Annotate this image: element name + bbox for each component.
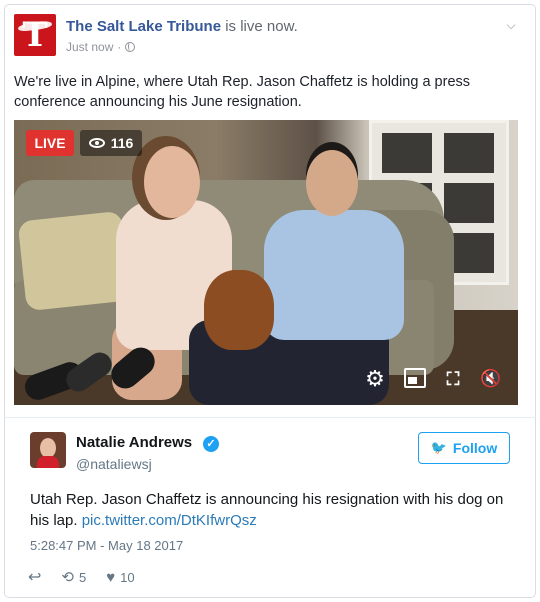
retweet-count: 5: [78, 569, 87, 585]
divider: [4, 417, 536, 418]
eye-icon: [88, 138, 105, 148]
mute-icon[interactable]: 🔇: [480, 368, 506, 390]
video-scene-man-head: [306, 150, 358, 216]
logo-letter: T: [22, 15, 48, 55]
chevron-down-icon[interactable]: ⌵: [504, 18, 518, 32]
live-video-player[interactable]: LIVE 116 ⚙ ⛶ 🔇: [14, 120, 518, 405]
twitter-bird-icon: 🐦: [430, 440, 447, 455]
page-name-link[interactable]: The Salt Lake Tribune: [66, 18, 221, 35]
reply-icon: ↩: [28, 569, 42, 586]
live-status-text: is live now.: [225, 18, 298, 35]
avatar-clothing: [37, 456, 59, 468]
post-meta: Just now ·: [66, 40, 136, 54]
gear-icon[interactable]: ⚙: [364, 368, 386, 390]
fullscreen-icon[interactable]: ⛶: [442, 368, 464, 390]
heart-icon: ♥: [106, 568, 116, 586]
avatar-face: [40, 438, 56, 458]
video-scene-pillow: [17, 210, 131, 312]
facebook-post-header: T The Salt Lake Tribune is live now. Jus…: [14, 14, 518, 60]
like-count: 10: [120, 569, 135, 585]
tweet-author-handle[interactable]: @nataliewsj: [76, 456, 152, 472]
video-scene-microphones: [14, 341, 164, 405]
live-badge: LIVE: [26, 130, 74, 156]
viewer-count-badge: 116: [80, 130, 142, 156]
globe-icon: [125, 42, 136, 52]
tweet-media-link[interactable]: pic.twitter.com/DtKIfwrQsz: [82, 512, 257, 529]
viewer-count: 116: [110, 135, 134, 151]
post-title: The Salt Lake Tribune is live now.: [66, 18, 298, 35]
post-timestamp[interactable]: Just now: [66, 40, 113, 54]
tweet-actions: ↩ ⟲ 5 ♥ 10: [28, 567, 155, 587]
follow-label: Follow: [452, 440, 498, 456]
tweet-timestamp[interactable]: 5:28:47 PM - May 18 2017: [30, 538, 183, 553]
tweet-author-name[interactable]: Natalie Andrews: [76, 434, 192, 451]
meta-separator: ·: [117, 40, 122, 54]
pip-icon[interactable]: [404, 368, 426, 388]
verified-badge-icon: ✓: [203, 436, 219, 452]
tribune-logo-avatar[interactable]: T: [14, 14, 56, 56]
video-scene-woman-head: [144, 146, 200, 218]
avatar[interactable]: [30, 432, 66, 468]
like-button[interactable]: ♥ 10: [106, 569, 134, 586]
reply-button[interactable]: ↩: [28, 567, 41, 587]
tweet-text: Utah Rep. Jason Chaffetz is announcing h…: [30, 489, 520, 531]
video-scene-man-shirt: [264, 210, 404, 340]
retweet-icon: ⟲: [61, 569, 74, 586]
video-scene-dog: [204, 270, 274, 350]
retweet-button[interactable]: ⟲ 5: [61, 568, 86, 586]
post-text: We're live in Alpine, where Utah Rep. Ja…: [14, 74, 471, 110]
follow-button[interactable]: 🐦 Follow: [418, 432, 510, 464]
